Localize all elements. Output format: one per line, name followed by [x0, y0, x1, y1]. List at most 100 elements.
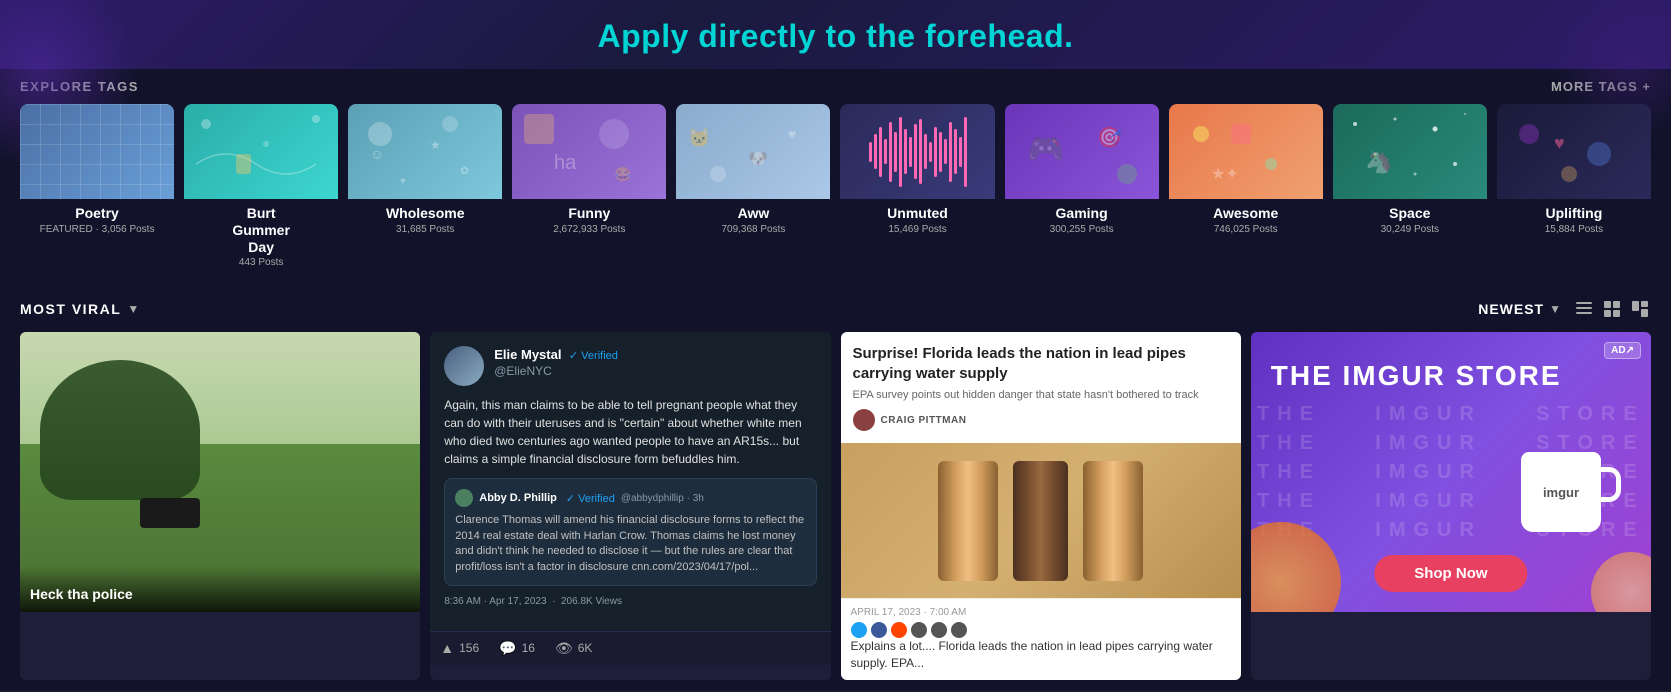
tweet-avatar [444, 346, 484, 386]
reddit-share-icon[interactable] [891, 622, 907, 638]
svg-text:★✦: ★✦ [1211, 166, 1239, 183]
tag-wholesome-bg: ☺ ★ ♥ ✿ [348, 104, 502, 199]
post-card-1[interactable]: Heck tha police [20, 332, 420, 680]
unmuted-waveform [840, 104, 994, 199]
share-icon-5[interactable] [931, 622, 947, 638]
newest-sort-button[interactable]: NEWEST ▼ [1478, 301, 1561, 317]
tag-card-space[interactable]: 🦄 Space 30,249 Posts [1333, 104, 1487, 272]
tag-card-unmuted[interactable]: Unmuted 15,469 Posts [840, 104, 994, 272]
waveform-bar [874, 134, 877, 169]
tag-card-uplifting[interactable]: ♥ Uplifting 15,884 Posts [1497, 104, 1651, 272]
tag-burt-name: BurtGummerDay [192, 205, 330, 255]
more-share-icon[interactable] [911, 622, 927, 638]
tag-awesome-name: Awesome [1177, 205, 1315, 222]
tag-gaming-name: Gaming [1013, 205, 1151, 222]
post3-article: Surprise! Florida leads the nation in le… [841, 332, 1241, 680]
svg-text:🎯: 🎯 [1097, 126, 1122, 149]
quoted-tweet: Abby D. Phillip ✓ Verified @abbydphillip… [444, 478, 816, 586]
tweet-username: Elie Mystal [494, 347, 561, 362]
waveform-bar [919, 119, 922, 184]
tag-awesome-deco: ★✦ [1169, 104, 1323, 199]
tag-card-wholesome[interactable]: ☺ ★ ♥ ✿ Wholesome 31,685 Posts [348, 104, 502, 272]
post3-date: APRIL 17, 2023 · 7:00 AM [851, 607, 1231, 618]
svg-text:🎮: 🎮 [1027, 133, 1064, 166]
twitter-share-icon[interactable] [851, 622, 867, 638]
newest-dropdown-icon: ▼ [1549, 302, 1561, 316]
tag-space-svg: 🦄 [1333, 104, 1487, 199]
tag-card-aww[interactable]: 🐱 🐶 ♥ Aww 709,368 Posts [676, 104, 830, 272]
tag-wholesome-name: Wholesome [356, 205, 494, 222]
share-icon-6[interactable] [951, 622, 967, 638]
sort-left: MOST VIRAL ▼ [20, 301, 139, 317]
post1-image: Heck tha police [20, 332, 420, 612]
tag-uplifting-bg: ♥ [1497, 104, 1651, 199]
post3-author-row: CRAIG PITTMAN [853, 409, 1229, 431]
shop-now-button[interactable]: Shop Now [1374, 555, 1527, 592]
tag-gaming-deco: 🎮 🎯 [1005, 104, 1159, 199]
tag-unmuted-label: Unmuted 15,469 Posts [840, 199, 994, 239]
tag-awesome-svg: ★✦ [1169, 104, 1323, 199]
post3-social-icons [851, 622, 1231, 638]
post2-tweet-content: Elie Mystal ✓ Verified @ElieNYC Again, t… [430, 332, 830, 631]
post3-caption-text: Explains a lot.... Florida leads the nat… [851, 638, 1231, 672]
post1-trees [40, 360, 200, 500]
post-card-4-ad[interactable]: AD↗ THE IMGUR STORE THE IMGUR STORE THE … [1251, 332, 1651, 680]
post3-caption: APRIL 17, 2023 · 7:00 AM Explains a lot.… [841, 598, 1241, 680]
quoted-handle: @abbydphillip · 3h [621, 493, 704, 504]
tag-awesome-label: Awesome 746,025 Posts [1169, 199, 1323, 239]
post3-image [841, 443, 1241, 598]
tag-poetry-bg [20, 104, 174, 199]
post3-title: Surprise! Florida leads the nation in le… [853, 344, 1229, 383]
masonry-view-icon[interactable] [1629, 298, 1651, 320]
tag-space-deco: 🦄 [1333, 104, 1487, 199]
tag-card-awesome[interactable]: ★✦ Awesome 746,025 Posts [1169, 104, 1323, 272]
waveform-bar [894, 132, 897, 172]
tag-wholesome-meta: 31,685 Posts [356, 224, 494, 235]
mug-container: imgur [1521, 452, 1631, 552]
waveform-bar [964, 117, 967, 187]
waveform-bar [944, 139, 947, 164]
comment-stat: 💬 16 [499, 640, 535, 657]
tag-card-gaming[interactable]: 🎮 🎯 Gaming 300,255 Posts [1005, 104, 1159, 272]
tweet-header: Elie Mystal ✓ Verified @ElieNYC [444, 346, 816, 386]
most-viral-dropdown-icon[interactable]: ▼ [127, 302, 139, 316]
tag-card-funny[interactable]: ha 😂 Funny 2,672,933 Posts [512, 104, 666, 272]
tag-burt-svg [184, 104, 338, 199]
tag-funny-bg: ha 😂 [512, 104, 666, 199]
posts-grid: Heck tha police Elie Mystal ✓ Verified @… [20, 332, 1651, 680]
upvote-stat: ▲ 156 [440, 640, 479, 657]
quoted-tweet-header: Abby D. Phillip ✓ Verified @abbydphillip… [455, 489, 805, 507]
list-view-icon[interactable] [1573, 298, 1595, 320]
facebook-share-icon[interactable] [871, 622, 887, 638]
waveform-bar [954, 129, 957, 174]
tag-space-label: Space 30,249 Posts [1333, 199, 1487, 239]
grid-view-icon[interactable] [1601, 298, 1623, 320]
waveform-bar [949, 122, 952, 182]
tag-card-poetry[interactable]: Poetry FEATURED · 3,056 Posts [20, 104, 174, 272]
waveform-bar [924, 134, 927, 169]
tag-card-burt[interactable]: BurtGummerDay 443 Posts [184, 104, 338, 272]
sort-right: NEWEST ▼ [1478, 298, 1651, 320]
post-card-2[interactable]: Elie Mystal ✓ Verified @ElieNYC Again, t… [430, 332, 830, 680]
waveform-bar [889, 122, 892, 182]
waveform-bar [914, 124, 917, 179]
tag-space-meta: 30,249 Posts [1341, 224, 1479, 235]
tag-unmuted-meta: 15,469 Posts [848, 224, 986, 235]
tweet-author-info: Elie Mystal ✓ Verified @ElieNYC [494, 346, 618, 378]
waveform-bar [929, 142, 932, 162]
waveform-bar [884, 139, 887, 164]
pipe-old [1013, 461, 1068, 581]
mug-handle [1601, 467, 1621, 502]
mug-logo: imgur [1543, 485, 1579, 500]
tag-aww-deco: 🐱 🐶 ♥ [676, 104, 830, 199]
waveform-bar [909, 137, 912, 167]
grid-icon-svg [1603, 300, 1621, 318]
post-card-3[interactable]: Surprise! Florida leads the nation in le… [841, 332, 1241, 680]
svg-text:♥: ♥ [788, 126, 796, 142]
tag-uplifting-label: Uplifting 15,884 Posts [1497, 199, 1651, 239]
post3-subtitle: EPA survey points out hidden danger that… [853, 389, 1229, 401]
tag-poetry-name: Poetry [28, 205, 166, 222]
svg-text:♥: ♥ [1554, 133, 1565, 153]
svg-text:🐱: 🐱 [688, 128, 710, 148]
waveform-bar [959, 137, 962, 167]
